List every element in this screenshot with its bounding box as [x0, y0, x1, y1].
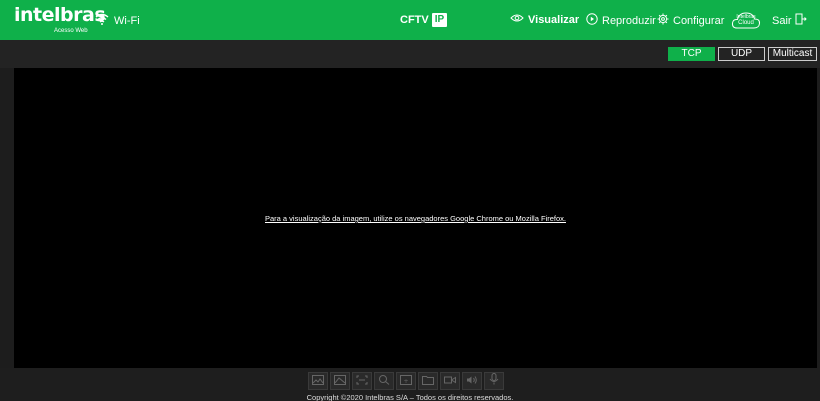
- folder-button[interactable]: [418, 372, 438, 390]
- bottom-control-bar: + Copyright ©2020 Intelbras S/A – Todos …: [0, 368, 820, 401]
- browser-notice-link[interactable]: Para a visualização da imagem, utilize o…: [14, 214, 817, 223]
- intelbras-cloud-button[interactable]: Intelbras Cloud: [731, 10, 761, 30]
- snapshot-button[interactable]: [308, 372, 328, 390]
- image-button[interactable]: [330, 372, 350, 390]
- wifi-icon: [95, 13, 109, 28]
- nav-visualizar[interactable]: Visualizar: [510, 13, 579, 26]
- wifi-label: Wi-Fi: [114, 14, 140, 27]
- video-button[interactable]: [440, 372, 460, 390]
- exit-door-icon: [795, 13, 807, 28]
- audio-button[interactable]: [462, 372, 482, 390]
- stream-multicast-button[interactable]: Multicast: [768, 47, 817, 61]
- nav-reproduzir[interactable]: Reproduzir: [586, 13, 656, 28]
- microphone-icon: [489, 372, 499, 390]
- play-circle-icon: [586, 13, 598, 28]
- video-toolbar: +: [308, 372, 504, 390]
- nav-visualizar-label: Visualizar: [528, 13, 580, 26]
- product-label: CFTV: [400, 14, 429, 26]
- left-side-strip: [0, 68, 14, 368]
- snapshot-icon: [312, 372, 324, 390]
- gear-icon: [657, 13, 669, 28]
- wifi-indicator[interactable]: Wi-Fi: [95, 13, 140, 28]
- stream-tcp-button[interactable]: TCP: [668, 47, 715, 61]
- copyright-text: Copyright ©2020 Intelbras S/A – Todos os…: [306, 393, 514, 401]
- folder-icon: [422, 372, 434, 390]
- fullscreen-icon: [356, 372, 368, 390]
- record-button[interactable]: +: [396, 372, 416, 390]
- video-viewport[interactable]: Para a visualização da imagem, utilize o…: [14, 68, 817, 368]
- logo-subtitle: Acesso Web: [54, 28, 88, 34]
- logout-button[interactable]: Sair: [772, 13, 807, 28]
- microphone-button[interactable]: [484, 372, 504, 390]
- fullscreen-button[interactable]: [352, 372, 372, 390]
- svg-text:+: +: [403, 378, 408, 385]
- product-badge: IP: [431, 13, 448, 27]
- top-navigation-bar: intelbras Acesso Web Wi-Fi CFTV IP Visua…: [0, 0, 820, 40]
- image-icon: [334, 372, 346, 390]
- nav-reproduzir-label: Reproduzir: [602, 14, 656, 27]
- intelbras-logo: intelbras Acesso Web: [14, 4, 106, 37]
- nav-configurar[interactable]: Configurar: [657, 13, 724, 28]
- eye-icon: [510, 13, 524, 26]
- stream-protocol-group: TCP UDP Multicast: [668, 47, 817, 61]
- nav-configurar-label: Configurar: [673, 14, 725, 27]
- record-icon: +: [400, 372, 412, 390]
- logo-wordmark: intelbras: [14, 4, 106, 26]
- cloud-label: Intelbras Cloud: [736, 14, 756, 27]
- stream-udp-button[interactable]: UDP: [718, 47, 765, 61]
- product-title: CFTV IP: [400, 13, 448, 27]
- zoom-icon: [378, 372, 390, 390]
- audio-icon: [466, 372, 478, 390]
- stream-protocol-bar: TCP UDP Multicast: [0, 40, 820, 68]
- zoom-button[interactable]: [374, 372, 394, 390]
- video-icon: [444, 372, 456, 390]
- logout-label: Sair: [772, 14, 792, 27]
